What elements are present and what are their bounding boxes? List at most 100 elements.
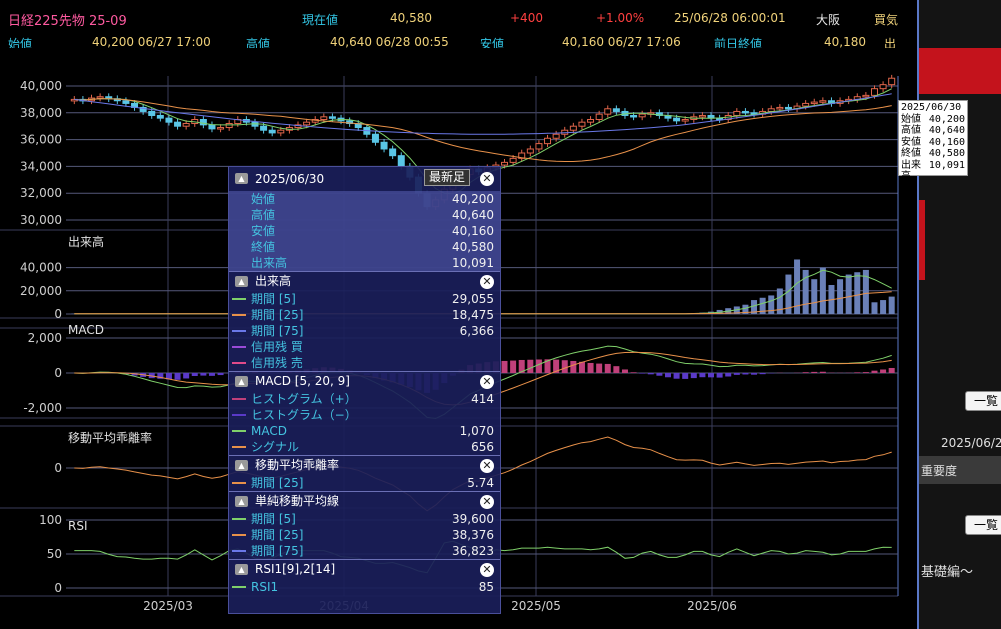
- candle-body: [630, 114, 638, 118]
- series-swatch: [232, 330, 246, 332]
- macd-histogram-bar: [570, 360, 577, 373]
- row-label: 安値: [251, 224, 276, 238]
- deviation-title: 移動平均乖離率: [255, 458, 340, 472]
- candle-body: [277, 129, 285, 134]
- macd-histogram-bar: [802, 372, 809, 373]
- candle-body: [174, 121, 182, 127]
- candle-body: [165, 117, 173, 123]
- change-value: +400: [510, 11, 543, 25]
- collapse-icon[interactable]: ▲: [235, 376, 248, 387]
- candle-body: [681, 119, 689, 122]
- latest-bar-button[interactable]: 最新足: [423, 169, 470, 186]
- macd-tick-label: 0: [54, 366, 62, 380]
- candle-body: [638, 113, 646, 118]
- row-label: ヒストグラム（+）: [251, 392, 357, 406]
- row-label: 期間 [25]: [251, 476, 304, 490]
- macd-histogram-bar: [647, 373, 654, 375]
- collapse-icon[interactable]: ▲: [235, 276, 248, 287]
- macd-histogram-bar: [862, 372, 869, 373]
- macd-histogram-bar: [716, 373, 723, 378]
- row-value: 10,091: [452, 256, 494, 270]
- section-header-sma[interactable]: ▲ 単純移動平均線 ✕: [229, 491, 500, 511]
- row-value: 1,070: [459, 424, 494, 438]
- panel-row: MACD 1,070: [229, 423, 500, 439]
- macd-tick-label: 2,000: [28, 331, 62, 345]
- row-value: 39,600: [452, 512, 494, 526]
- candle-body: [741, 110, 749, 114]
- importance-label: 重要度: [921, 464, 958, 478]
- candle-body: [96, 96, 104, 99]
- tooltip-key: 安値: [901, 136, 921, 148]
- price-tick-label: 34,000: [20, 159, 62, 173]
- volume-pane-label: 出来高: [68, 234, 104, 249]
- macd-histogram-bar: [501, 360, 508, 373]
- row-label: 終値: [251, 240, 276, 254]
- deviation-pane-label: 移動平均乖離率: [68, 430, 152, 445]
- candle-body: [509, 157, 517, 163]
- candle-body: [328, 116, 336, 119]
- price-tick-label: 36,000: [20, 133, 62, 147]
- section-header-macd[interactable]: ▲ MACD [5, 20, 9] ✕: [229, 371, 500, 391]
- tooltip-row: 高値 40,640: [901, 125, 965, 137]
- rsi-tick-label: 50: [47, 547, 62, 561]
- collapse-icon[interactable]: ▲: [235, 564, 248, 575]
- section-header-deviation[interactable]: ▲ 移動平均乖離率 ✕: [229, 455, 500, 475]
- candle-body: [535, 143, 543, 150]
- candle-body: [371, 133, 379, 143]
- candle-body: [320, 116, 328, 120]
- list-button-1[interactable]: 一覧: [965, 391, 1001, 411]
- row-label: MACD: [251, 424, 287, 438]
- macd-histogram-bar: [535, 359, 542, 373]
- candle-body: [802, 102, 810, 107]
- volume-tick-label: 0: [54, 307, 62, 321]
- tooltip-key: 終値: [901, 148, 921, 159]
- collapse-icon[interactable]: ▲: [235, 496, 248, 507]
- tooltip-value: 10,091: [928, 159, 965, 171]
- macd-histogram-bar: [561, 360, 568, 373]
- row-value: 38,376: [452, 528, 494, 542]
- close-icon[interactable]: ✕: [480, 563, 494, 577]
- series-swatch: [232, 482, 246, 484]
- section-header-ohlc[interactable]: ▲ 2025/06/30 最新足 ✕: [229, 167, 500, 191]
- volume-bar: [880, 300, 887, 314]
- section-header-volume[interactable]: ▲ 出来高 ✕: [229, 271, 500, 291]
- current-price-value: 40,580: [390, 11, 432, 25]
- candle-body: [569, 125, 577, 131]
- section-header-rsi[interactable]: ▲ RSI1[9],2[14] ✕: [229, 559, 500, 579]
- close-icon[interactable]: ✕: [480, 275, 494, 289]
- panel-row: 安値 40,160: [229, 223, 500, 239]
- banner-red: [919, 48, 1001, 94]
- basics-link[interactable]: 基礎編～: [921, 561, 973, 580]
- collapse-icon[interactable]: ▲: [235, 173, 248, 184]
- series-swatch: [232, 314, 246, 316]
- data-window-panel[interactable]: ▲ 2025/06/30 最新足 ✕ 始値 40,200 高値 40,640 安値 40,…: [228, 166, 501, 614]
- macd-histogram-bar: [174, 373, 181, 380]
- x-tick-label: 2025/06: [687, 599, 737, 613]
- panel-row: RSI1 85: [229, 579, 500, 595]
- close-icon[interactable]: ✕: [480, 375, 494, 389]
- volume-bar: [819, 267, 826, 314]
- candle-body: [225, 123, 233, 129]
- collapse-icon[interactable]: ▲: [235, 460, 248, 471]
- change-percent: +1.00%: [596, 11, 645, 25]
- news-date: 2025/06/2: [941, 436, 1001, 450]
- sma-title: 単純移動平均線: [255, 494, 340, 508]
- series-swatch: [232, 398, 246, 400]
- close-icon[interactable]: ✕: [480, 495, 494, 509]
- low-value: 40,160 06/27 17:06: [562, 35, 681, 49]
- panel-row: 期間 [5] 39,600: [229, 511, 500, 527]
- price-tick-label: 30,000: [20, 213, 62, 227]
- macd-histogram-bar: [673, 373, 680, 379]
- list-button-2[interactable]: 一覧: [965, 515, 1001, 535]
- candle-body: [217, 127, 225, 130]
- row-label: 期間 [25]: [251, 528, 304, 542]
- close-icon[interactable]: ✕: [480, 459, 494, 473]
- volume-bar: [837, 279, 844, 314]
- close-icon[interactable]: ✕: [480, 172, 494, 186]
- panel-row: 出来高 10,091: [229, 255, 500, 271]
- volume-tick-label: 40,000: [20, 261, 62, 275]
- row-value: 18,475: [452, 308, 494, 322]
- macd-histogram-bar: [208, 373, 215, 376]
- tooltip-key: 出来高: [901, 159, 921, 183]
- panel-row: 期間 [5] 29,055: [229, 291, 500, 307]
